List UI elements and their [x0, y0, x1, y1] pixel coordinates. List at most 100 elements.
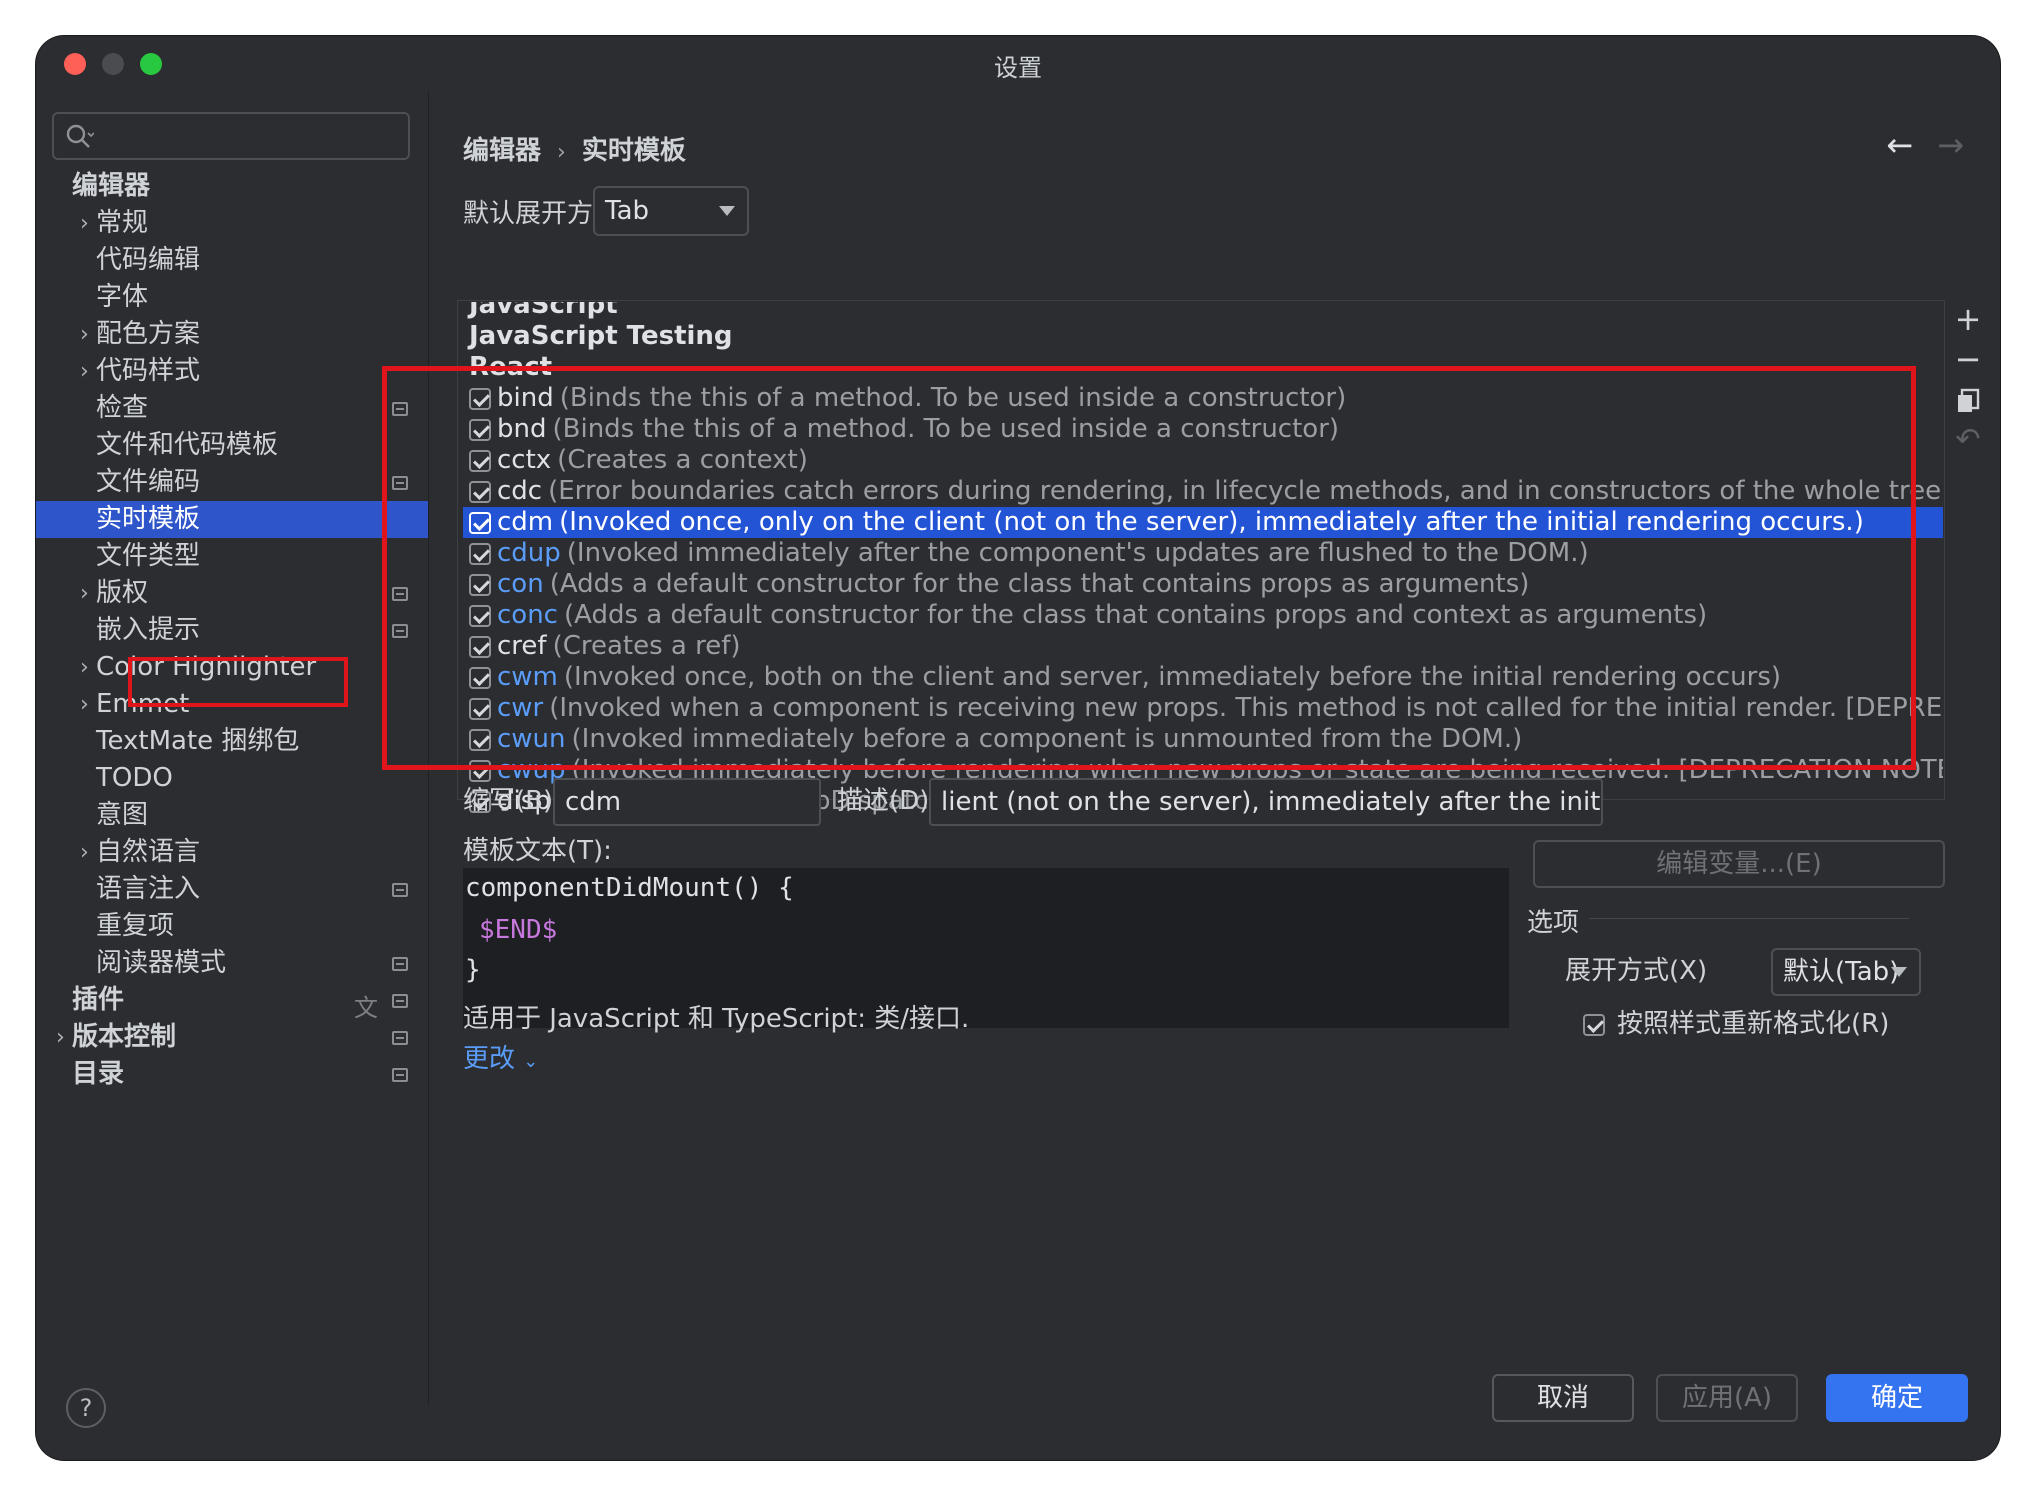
sidebar-item-label: 文件类型 [96, 541, 201, 571]
options-title: 选项 [1527, 908, 1580, 938]
sidebar-item[interactable]: 阅读器模式 [36, 945, 428, 982]
sidebar-item[interactable]: › 代码样式 [36, 353, 428, 390]
sidebar-item-label: 常规 [96, 208, 149, 238]
applies-to-text: 适用于 JavaScript 和 TypeScript: 类/接口. [463, 1004, 970, 1034]
chevron-right-icon[interactable]: › [80, 316, 89, 353]
description-input[interactable]: lient (not on the server), immediately a… [929, 778, 1603, 826]
sidebar-item-label: 目录 [72, 1059, 125, 1089]
breadcrumb-parent[interactable]: 编辑器 [463, 136, 541, 166]
project-scope-icon [392, 957, 408, 971]
sidebar-item[interactable]: 编辑器 [36, 168, 428, 205]
template-group-header[interactable]: JavaScript Testing [469, 321, 733, 352]
sidebar-item-label: TODO [96, 763, 173, 793]
sidebar-item-label: 字体 [96, 282, 149, 312]
project-scope-icon [392, 1068, 408, 1082]
sidebar-item-label: 阅读器模式 [96, 948, 227, 978]
title-bar: 设置 [36, 36, 2000, 92]
project-scope-icon [392, 994, 408, 1008]
sidebar-item-label: 意图 [96, 800, 149, 830]
help-button[interactable]: ? [66, 1388, 106, 1428]
chevron-down-icon [1891, 967, 1907, 977]
chevron-right-icon[interactable]: › [80, 686, 89, 723]
highlight-box-react-templates [382, 366, 1916, 770]
sidebar-item-label: 实时模板 [96, 504, 201, 534]
sidebar-item[interactable]: TODO [36, 760, 428, 797]
sidebar-item[interactable]: 文件类型 [36, 538, 428, 575]
sidebar-item-label: 语言注入 [96, 874, 201, 904]
breadcrumb-current: 实时模板 [581, 136, 686, 166]
sidebar-item[interactable]: › 版本控制 [36, 1019, 428, 1056]
reformat-label[interactable]: 按照样式重新格式化(R) [1617, 1004, 1889, 1044]
settings-window: 设置 编辑器 › 常规 代码编辑 字体 › 配色方案 › 代码样式 检查 文件和代码模板 文件编码 实时… [36, 36, 2000, 1460]
reformat-checkbox[interactable] [1583, 1014, 1605, 1036]
project-scope-icon [392, 1031, 408, 1045]
change-link-label: 更改 [463, 1044, 516, 1074]
highlight-box-live-templates [128, 657, 348, 707]
sidebar-item[interactable]: 嵌入提示 [36, 612, 428, 649]
code-line: componentDidMount() { [465, 873, 794, 903]
sidebar-item[interactable]: › 常规 [36, 205, 428, 242]
edit-variables-button[interactable]: 编辑变量...(E) [1533, 840, 1945, 888]
ok-button[interactable]: 确定 [1826, 1374, 1968, 1422]
minus-icon[interactable]: − [1948, 340, 1988, 378]
expand-mode-value: 默认(Tab) [1783, 957, 1900, 987]
apply-button[interactable]: 应用(A) [1656, 1374, 1798, 1422]
sidebar-item-label: 版本控制 [72, 1022, 177, 1052]
chevron-right-icon[interactable]: › [80, 834, 89, 871]
chevron-right-icon[interactable]: › [80, 205, 89, 242]
sidebar-item[interactable]: 字体 [36, 279, 428, 316]
chevron-right-icon[interactable]: › [80, 353, 89, 390]
sidebar-item[interactable]: 目录 [36, 1056, 428, 1093]
copy-icon[interactable] [1948, 382, 1988, 418]
sidebar-item-label: 检查 [96, 393, 149, 423]
default-expand-select[interactable]: Tab [593, 186, 749, 236]
window-title: 设置 [994, 54, 1042, 82]
expand-mode-select[interactable]: 默认(Tab) [1771, 948, 1921, 996]
chevron-down-icon [719, 206, 735, 216]
sidebar-item-label: 文件和代码模板 [96, 430, 279, 460]
search-input[interactable] [52, 112, 410, 160]
project-scope-icon [392, 883, 408, 897]
settings-sidebar: 编辑器 › 常规 代码编辑 字体 › 配色方案 › 代码样式 检查 文件和代码模板 文件编码 实时模板文… [36, 92, 429, 1404]
sidebar-item-label: 文件编码 [96, 467, 201, 497]
breadcrumb-separator: › [557, 140, 566, 165]
default-expand-value: Tab [605, 196, 650, 226]
chevron-right-icon[interactable]: › [80, 575, 89, 612]
sidebar-item[interactable]: 文件编码 [36, 464, 428, 501]
sidebar-item-label: 插件 [72, 985, 125, 1015]
sidebar-item[interactable]: › 配色方案 [36, 316, 428, 353]
sidebar-item-label: 自然语言 [96, 837, 201, 867]
dialog-footer: ? 取消 应用(A) 确定 [36, 1374, 2000, 1460]
revert-icon[interactable]: ↶ [1948, 422, 1988, 458]
sidebar-item-label: 版权 [96, 578, 149, 608]
sidebar-item[interactable]: 重复项 [36, 908, 428, 945]
cancel-button[interactable]: 取消 [1492, 1374, 1634, 1422]
sidebar-item-label: 代码样式 [96, 356, 201, 386]
sidebar-item[interactable]: 插件文 [36, 982, 428, 1022]
breadcrumb: 编辑器 › 实时模板 [463, 130, 686, 167]
sidebar-item[interactable]: 代码编辑 [36, 242, 428, 279]
sidebar-item-label: 编辑器 [72, 171, 151, 201]
sidebar-item[interactable]: 文件和代码模板 [36, 427, 428, 464]
sidebar-item-label: 配色方案 [96, 319, 201, 349]
back-arrow-icon[interactable]: ← [1886, 126, 1913, 164]
history-navigation: ← → [1862, 126, 1964, 164]
change-context-link[interactable]: 更改 ⌄ [463, 1038, 538, 1075]
sidebar-item[interactable]: › 版权 [36, 575, 428, 612]
plus-icon[interactable]: + [1948, 300, 1988, 338]
template-group-header[interactable]: JavaScript [469, 302, 618, 321]
chevron-right-icon[interactable]: › [80, 649, 89, 686]
abbreviation-input[interactable]: cdm [553, 778, 821, 826]
sidebar-item[interactable]: 检查 [36, 390, 428, 427]
sidebar-item[interactable]: 实时模板 [36, 501, 428, 538]
sidebar-item[interactable]: TextMate 捆绑包 [36, 723, 428, 760]
expand-mode-label: 展开方式(X) [1565, 956, 1708, 986]
code-line-variable: $END$ [479, 915, 558, 945]
forward-arrow-icon[interactable]: → [1937, 126, 1964, 164]
abbreviation-label: 缩写(B): [463, 786, 562, 816]
sidebar-item[interactable]: 语言注入 [36, 871, 428, 908]
sidebar-item[interactable]: 意图 [36, 797, 428, 834]
sidebar-item[interactable]: › 自然语言 [36, 834, 428, 871]
chevron-down-icon: ⌄ [523, 1051, 539, 1072]
chevron-right-icon[interactable]: › [56, 1019, 65, 1056]
